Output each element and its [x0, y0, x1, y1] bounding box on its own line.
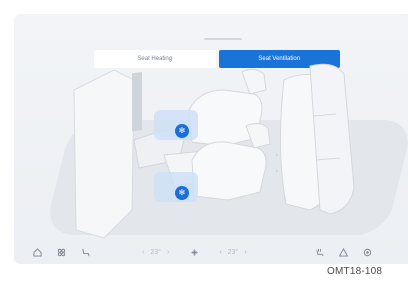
driver-temp-decrease[interactable]: ‹: [142, 249, 144, 256]
seat-icon[interactable]: [78, 248, 92, 257]
passenger-seat: [191, 141, 267, 201]
passenger-temp-decrease[interactable]: ‹: [219, 249, 221, 256]
driver-temp-value: 23°: [150, 248, 161, 256]
hazard-icon[interactable]: [337, 247, 351, 257]
bottom-control-bar: ‹ 23° › ‹ 23° ›: [14, 238, 408, 266]
passenger-seat-headrest: [245, 122, 271, 149]
passenger-seat-ventilation-button[interactable]: ✻: [175, 186, 189, 200]
driver-seat-headrest: [241, 68, 267, 95]
drag-handle[interactable]: [204, 38, 242, 40]
passenger-temp-increase[interactable]: ›: [244, 249, 246, 256]
heated-seat-icon[interactable]: [313, 248, 327, 257]
home-icon[interactable]: [30, 247, 44, 257]
center-display: [132, 72, 142, 132]
driver-seat-ventilation-button[interactable]: ✻: [175, 124, 189, 138]
seat-marker-bottom: •: [276, 168, 278, 173]
figure-code: OMT18-108: [327, 266, 383, 277]
driver-temperature-control: ‹ 23° ›: [142, 249, 169, 256]
fan-icon[interactable]: [187, 248, 201, 257]
passenger-temp-value: 23°: [227, 248, 239, 256]
cabin-illustration: • •: [73, 63, 355, 239]
dashboard: [73, 69, 135, 239]
passenger-temperature-control: ‹ 23° ›: [219, 249, 246, 256]
driver-temp-increase[interactable]: ›: [167, 249, 169, 256]
grid-icon[interactable]: [54, 248, 68, 257]
seat-marker-top: •: [276, 152, 278, 157]
settings-icon[interactable]: [361, 248, 375, 257]
